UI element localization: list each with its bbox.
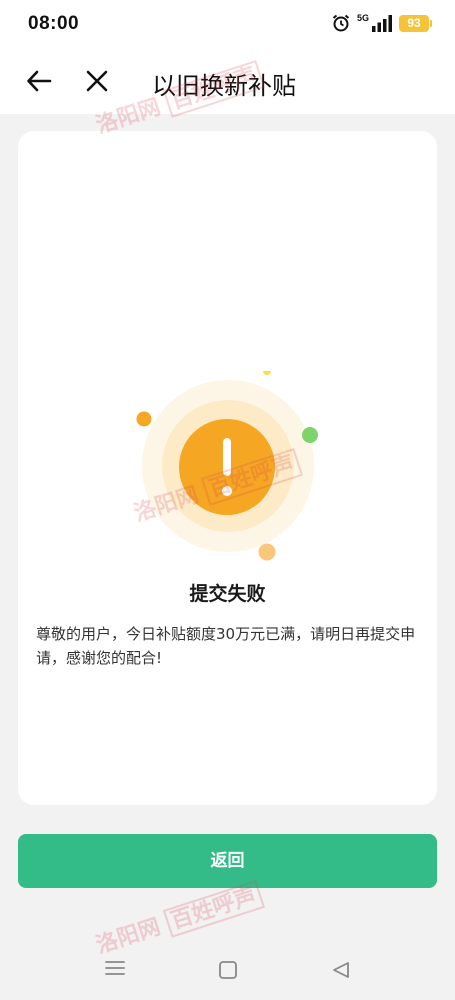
decor-dot-yellow — [263, 367, 271, 375]
nav-bar: 以旧换新补贴 — [0, 48, 455, 114]
result-card: 提交失败 尊敬的用户，今日补贴额度30万元已满，请明日再提交申请，感谢您的配合! — [18, 131, 437, 805]
decor-dot-orange — [136, 411, 152, 427]
menu-icon[interactable] — [104, 959, 126, 981]
result-graphic — [128, 367, 328, 571]
decor-dot-peach — [258, 543, 276, 561]
signal-icon — [371, 14, 393, 32]
page-title: 以旧换新补贴 — [152, 72, 296, 100]
status-time: 08:00 — [28, 13, 80, 34]
result-title: 提交失败 — [189, 583, 266, 605]
status-icons: 5G 93 — [331, 12, 432, 34]
alarm-icon — [331, 13, 351, 33]
back-triangle-icon[interactable] — [331, 960, 351, 984]
battery-icon: 93 — [399, 14, 432, 32]
network-type: 5G — [356, 13, 369, 23]
back-arrow-icon[interactable] — [24, 66, 54, 96]
exclamation-warning-icon — [179, 419, 275, 515]
system-nav-bar — [0, 938, 455, 1000]
result-message: 尊敬的用户，今日补贴额度30万元已满，请明日再提交申请，感谢您的配合! — [36, 625, 416, 667]
status-bar: 08:00 5G 93 — [0, 0, 455, 48]
decor-dot-green — [302, 427, 318, 443]
close-icon[interactable] — [82, 66, 112, 96]
return-button[interactable]: 返回 — [18, 834, 437, 888]
home-icon[interactable] — [218, 960, 238, 984]
